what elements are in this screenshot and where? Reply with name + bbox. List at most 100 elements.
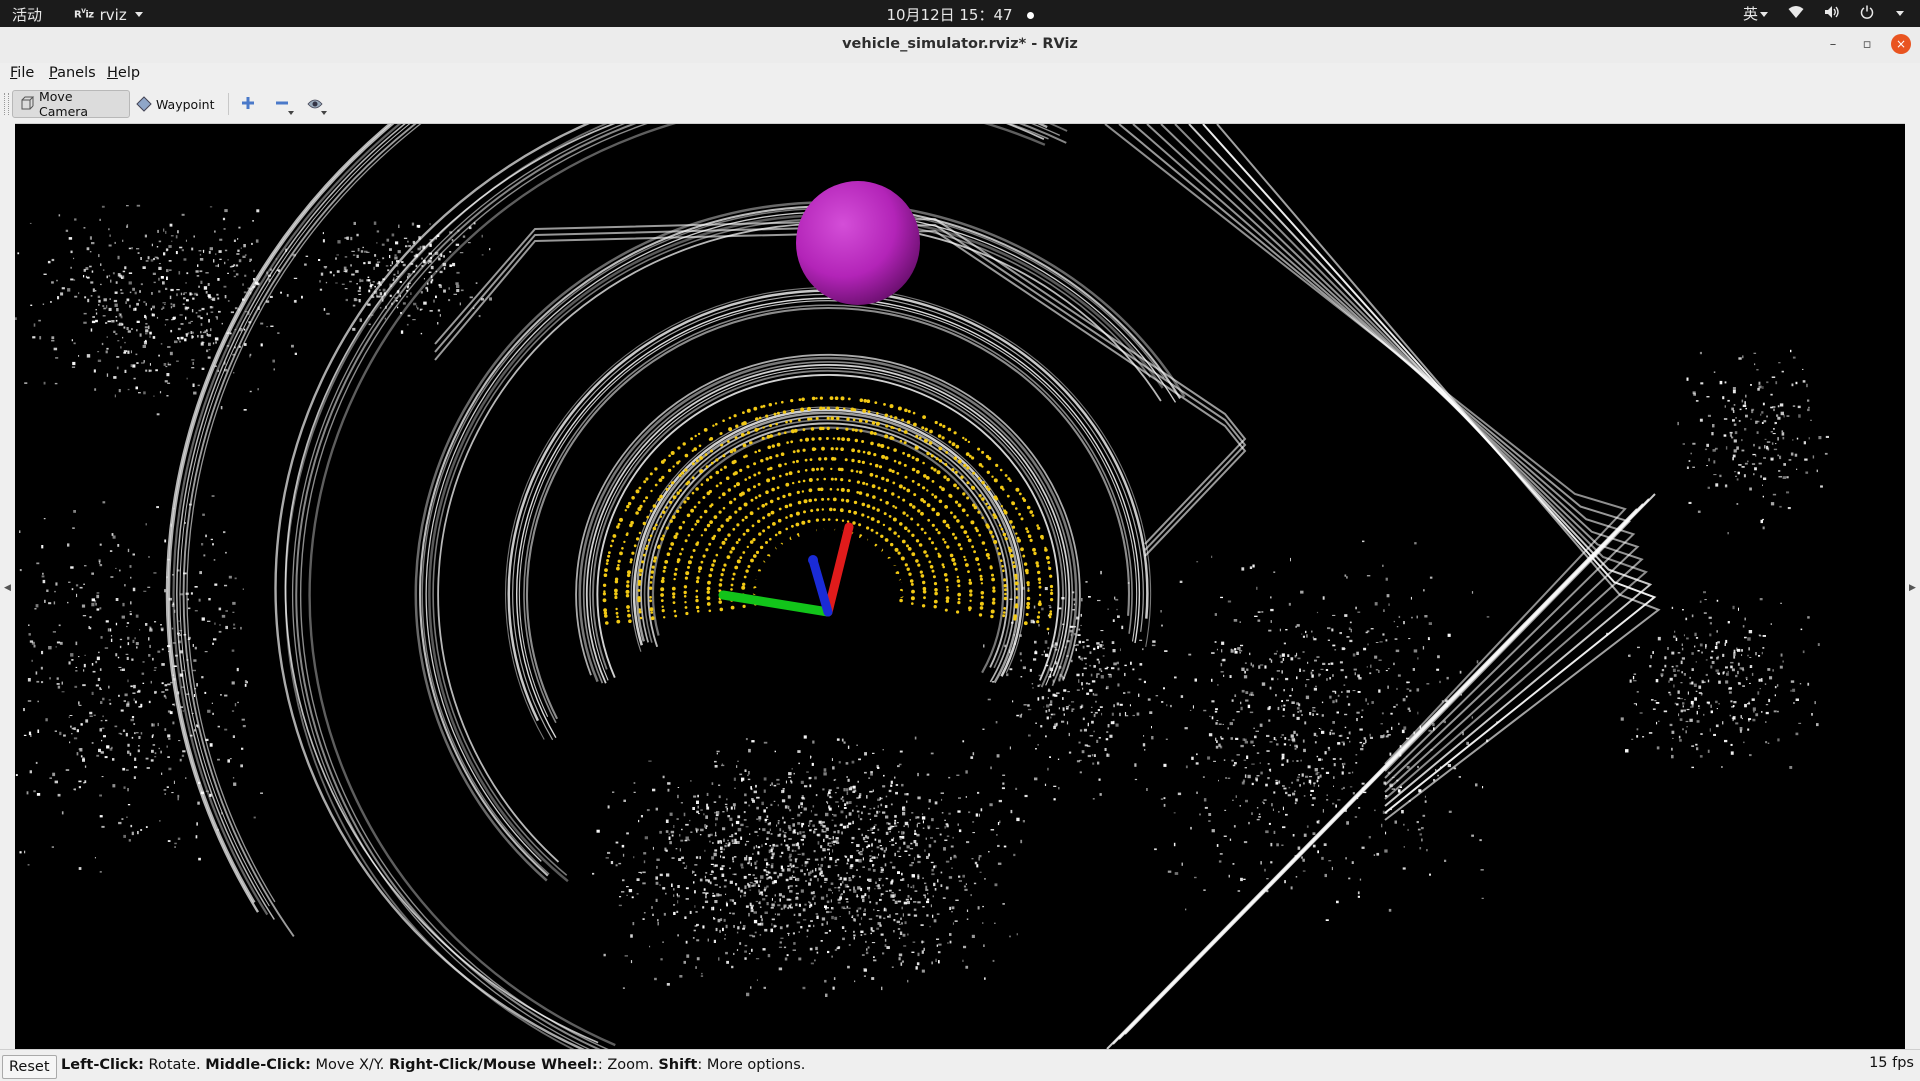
map-point (1705, 449, 1707, 451)
map-point (1766, 416, 1768, 418)
map-point (1245, 741, 1248, 744)
map-point (1278, 811, 1279, 812)
map-point (816, 913, 819, 915)
scan-point (953, 562, 956, 565)
power-icon[interactable] (1860, 5, 1874, 23)
map-point (785, 958, 788, 961)
map-point (1100, 706, 1103, 708)
map-point (1288, 739, 1290, 741)
map-point (205, 535, 207, 538)
map-point (715, 884, 718, 886)
map-point (1186, 766, 1188, 769)
map-point (83, 322, 86, 324)
map-point (1113, 704, 1115, 707)
map-point (739, 774, 742, 776)
map-point (416, 265, 418, 267)
map-point (63, 735, 66, 737)
map-point (72, 367, 75, 368)
map-point (867, 887, 870, 890)
map-point (109, 298, 111, 300)
map-point (126, 733, 128, 737)
map-point (1708, 487, 1710, 489)
map-point (1753, 711, 1754, 713)
view-tool-button[interactable] (305, 95, 325, 113)
toolbar-handle[interactable] (4, 93, 9, 115)
map-point (1282, 826, 1285, 828)
map-point (1777, 417, 1780, 420)
map-point (1334, 649, 1336, 650)
map-point (52, 773, 55, 776)
map-point (34, 323, 36, 326)
map-point (133, 685, 136, 688)
add-tool-button[interactable] (238, 95, 258, 113)
map-point (754, 911, 758, 913)
scan-point (695, 487, 699, 491)
map-point (931, 904, 932, 907)
volume-icon[interactable] (1824, 5, 1840, 23)
map-point (1087, 645, 1090, 647)
map-point (809, 821, 811, 824)
map-point (1700, 352, 1702, 354)
map-point (1038, 697, 1040, 700)
map-point (889, 841, 891, 842)
right-dock-collapse[interactable]: ▶ (1905, 123, 1920, 1049)
maximize-button[interactable]: ▫ (1857, 34, 1877, 54)
map-point (1745, 415, 1748, 418)
map-point (1332, 674, 1334, 677)
map-point (1692, 615, 1694, 618)
scan-point (790, 514, 793, 517)
map-point (167, 576, 168, 578)
map-point (421, 258, 423, 260)
map-point (152, 244, 153, 247)
map-point (1313, 845, 1316, 848)
map-point (354, 222, 357, 225)
map-point (1260, 772, 1262, 775)
map-point (764, 777, 767, 780)
map-point (1704, 599, 1706, 600)
clock[interactable]: 10月12日 15：47 (0, 4, 1920, 25)
map-point (1754, 363, 1755, 365)
map-point (1435, 769, 1436, 771)
map-point (1058, 679, 1060, 681)
menu-panels[interactable]: Panels (49, 65, 96, 81)
map-point (1704, 613, 1707, 614)
map-point (1311, 674, 1313, 677)
move-camera-button[interactable]: Move Camera (12, 90, 130, 118)
menu-help[interactable]: Help (107, 65, 140, 81)
minimize-button[interactable]: – (1823, 34, 1843, 54)
scan-point (691, 528, 694, 531)
map-point (696, 801, 699, 804)
window-title-bar[interactable]: vehicle_simulator.rviz* - RViz – ▫ × (0, 27, 1920, 64)
scan-point (726, 476, 730, 480)
map-point (1745, 395, 1747, 398)
map-point (812, 897, 814, 900)
wifi-icon[interactable] (1788, 5, 1804, 23)
remove-tool-button[interactable] (272, 95, 292, 113)
map-point (792, 768, 793, 769)
menu-file[interactable]: File (10, 65, 34, 81)
map-point (1253, 745, 1255, 746)
map-point (1152, 645, 1156, 647)
scan-point (640, 617, 643, 620)
3d-render-viewport[interactable] (15, 124, 1905, 1049)
map-point (153, 273, 156, 275)
scan-point (922, 581, 925, 584)
map-point (952, 906, 955, 909)
map-point (860, 851, 863, 853)
close-button[interactable]: × (1891, 34, 1911, 54)
map-point (701, 973, 702, 975)
map-point (749, 935, 753, 937)
map-point (811, 892, 813, 895)
map-point (1062, 676, 1063, 678)
scan-point (692, 492, 695, 495)
map-point (1219, 860, 1222, 862)
left-dock-collapse[interactable]: ◀ (0, 123, 15, 1049)
input-method-indicator[interactable]: 英 (1743, 3, 1768, 24)
map-point (666, 873, 669, 876)
waypoint-button[interactable]: Waypoint (130, 90, 222, 118)
map-point (120, 669, 124, 671)
map-point (224, 262, 225, 264)
map-point (164, 728, 166, 731)
chevron-down-icon[interactable] (1896, 11, 1904, 16)
map-point (206, 291, 208, 294)
